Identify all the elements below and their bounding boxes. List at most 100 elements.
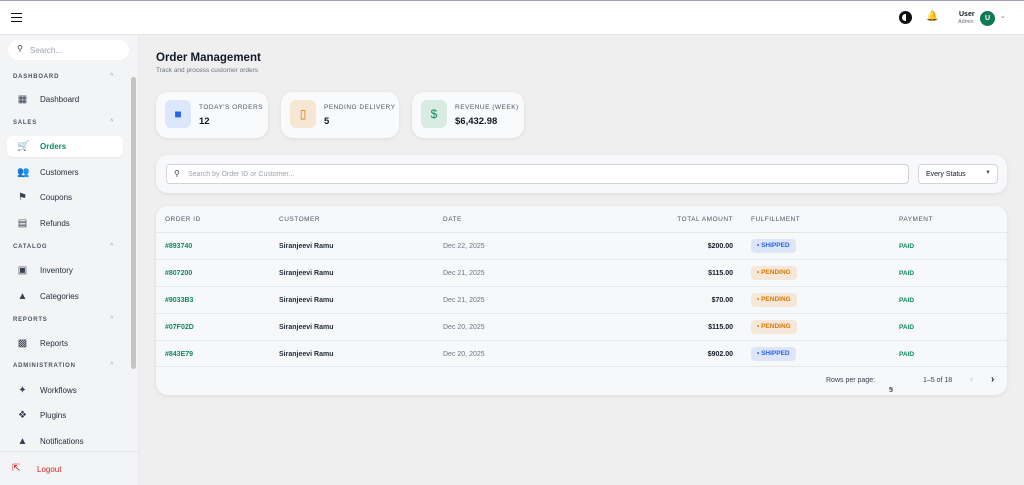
column-header-fulfillment[interactable]: FULFILLMENT [751,216,800,223]
sidebar-item-categories[interactable]: ▲ Categories [7,286,123,307]
chevron-up-icon[interactable]: ^ [110,119,113,126]
filter-panel: ⚲ Search by Order ID or Customer... Every… [156,155,1007,193]
table-row[interactable]: #807200 Siranjeevi Ramu Dec 21, 2025 $11… [156,259,1007,286]
receipt-icon: ▤ [17,218,28,229]
dollar-icon: $ [421,100,447,128]
fulfillment-badge: • PENDING [751,293,797,307]
chevron-up-icon[interactable]: ^ [110,73,113,80]
sidebar-item-dashboard[interactable]: ▦ Dashboard [7,89,123,110]
sidebar-item-orders[interactable]: 🛒 Orders [7,136,123,157]
page-title: Order Management [156,52,261,64]
caret-down-icon: ▼ [985,170,991,176]
section-catalog: CATALOG [13,244,48,250]
order-total: $200.00 [707,243,733,250]
table-row[interactable]: #07F02D Siranjeevi Ramu Dec 20, 2025 $11… [156,313,1007,340]
stat-card-pending-delivery: ▯ PENDING DELIVERY 5 [281,92,399,138]
divider [0,451,138,452]
logout-button[interactable]: ⇱ Logout [12,463,61,474]
status-select[interactable]: Every Status ▼ [918,164,998,184]
order-id-link[interactable]: #07F02D [165,324,194,331]
payment-status: PAID [899,351,915,358]
search-icon: ⚲ [174,169,180,178]
order-search-input[interactable]: ⚲ Search by Order ID or Customer... [166,164,909,184]
order-total: $115.00 [708,270,733,277]
search-icon: ⚲ [17,44,23,53]
bell-icon: ▲ [17,436,28,447]
shopping-bag-icon: ■ [165,100,191,128]
section-reports: REPORTS [13,317,48,323]
sidebar-item-workflows[interactable]: ✦ Workflows [7,380,123,401]
chevron-up-icon[interactable]: ^ [110,362,113,369]
section-dashboard: DASHBOARD [13,74,60,80]
rows-per-page-label: Rows per page: [826,377,876,384]
category-icon: ▲ [17,291,28,302]
customer-name: Siranjeevi Ramu [279,324,334,331]
customer-name: Siranjeevi Ramu [279,351,334,358]
sidebar-item-refunds[interactable]: ▤ Refunds [7,213,123,234]
column-header-date[interactable]: DATE [443,216,462,223]
dashboard-icon: ▦ [17,94,28,105]
tag-icon: ⚑ [18,192,27,203]
order-total: $902.00 [707,351,733,358]
order-total: $115.00 [708,324,733,331]
sidebar-search-input[interactable]: ⚲ Search... [8,40,129,60]
chevron-down-icon[interactable]: ⌄ [1000,12,1006,20]
page-range: 1–5 of 18 [923,377,953,384]
stat-card-todays-orders: ■ TODAY'S ORDERS 12 [156,92,268,138]
chevron-up-icon[interactable]: ^ [110,316,113,323]
sidebar-scrollbar[interactable] [131,77,136,369]
logout-icon: ⇱ [12,463,21,474]
top-bar: 🔔 User Admin U ⌄ [0,0,1024,35]
section-sales: SALES [13,120,38,126]
chevron-up-icon[interactable]: ^ [110,243,113,250]
table-row[interactable]: #843E79 Siranjeevi Ramu Dec 20, 2025 $90… [156,340,1007,367]
table-row[interactable]: #9033B3 Siranjeevi Ramu Dec 21, 2025 $70… [156,286,1007,313]
order-id-link[interactable]: #893740 [165,243,192,250]
customer-name: Siranjeevi Ramu [279,270,334,277]
sidebar-item-coupons[interactable]: ⚑ Coupons [7,187,123,208]
bar-chart-icon: ▩ [17,338,28,349]
sparkle-icon: ✦ [18,385,27,396]
sidebar-item-notifications[interactable]: ▲ Notifications [7,431,123,452]
prev-page-button[interactable]: ‹ [970,374,973,385]
order-id-link[interactable]: #9033B3 [165,297,193,304]
order-total: $70.00 [711,297,733,304]
people-icon: 👥 [17,167,30,178]
fulfillment-badge: • SHIPPED [751,347,796,361]
column-header-total[interactable]: TOTAL AMOUNT [677,216,733,223]
next-page-button[interactable]: › [991,374,994,385]
order-date: Dec 21, 2025 [443,297,485,304]
theme-toggle-icon[interactable] [900,12,911,23]
table-row[interactable]: #893740 Siranjeevi Ramu Dec 22, 2025 $20… [156,232,1007,259]
order-date: Dec 22, 2025 [443,243,485,250]
puzzle-icon: ❖ [18,410,27,421]
order-date: Dec 20, 2025 [443,351,485,358]
payment-status: PAID [899,324,915,331]
cart-icon: 🛒 [17,141,30,152]
page-subtitle: Track and process customer orders [156,67,258,74]
notifications-bell-icon[interactable]: 🔔 [926,11,938,22]
order-date: Dec 20, 2025 [443,324,485,331]
avatar[interactable]: U [980,11,995,26]
payment-status: PAID [899,270,915,277]
sidebar-item-customers[interactable]: 👥 Customers [7,162,123,183]
user-name: User [959,11,975,18]
column-header-payment[interactable]: PAYMENT [899,216,933,223]
payment-status: PAID [899,243,915,250]
customer-name: Siranjeevi Ramu [279,297,334,304]
truck-icon: ▯ [290,100,316,128]
menu-icon[interactable] [11,13,22,22]
customer-name: Siranjeevi Ramu [279,243,334,250]
fulfillment-badge: • PENDING [751,266,797,280]
sidebar-item-reports[interactable]: ▩ Reports [7,333,123,354]
archive-icon: ▣ [17,265,28,276]
sidebar-item-plugins[interactable]: ❖ Plugins [7,405,123,426]
column-header-order-id[interactable]: ORDER ID [165,216,201,223]
column-header-customer[interactable]: CUSTOMER [279,216,320,223]
sidebar-item-inventory[interactable]: ▣ Inventory [7,260,123,281]
order-id-link[interactable]: #843E79 [165,351,193,358]
stat-card-revenue: $ REVENUE (WEEK) $6,432.98 [412,92,524,138]
order-id-link[interactable]: #807200 [165,270,192,277]
order-date: Dec 21, 2025 [443,270,485,277]
section-administration: ADMINISTRATION [13,363,76,369]
